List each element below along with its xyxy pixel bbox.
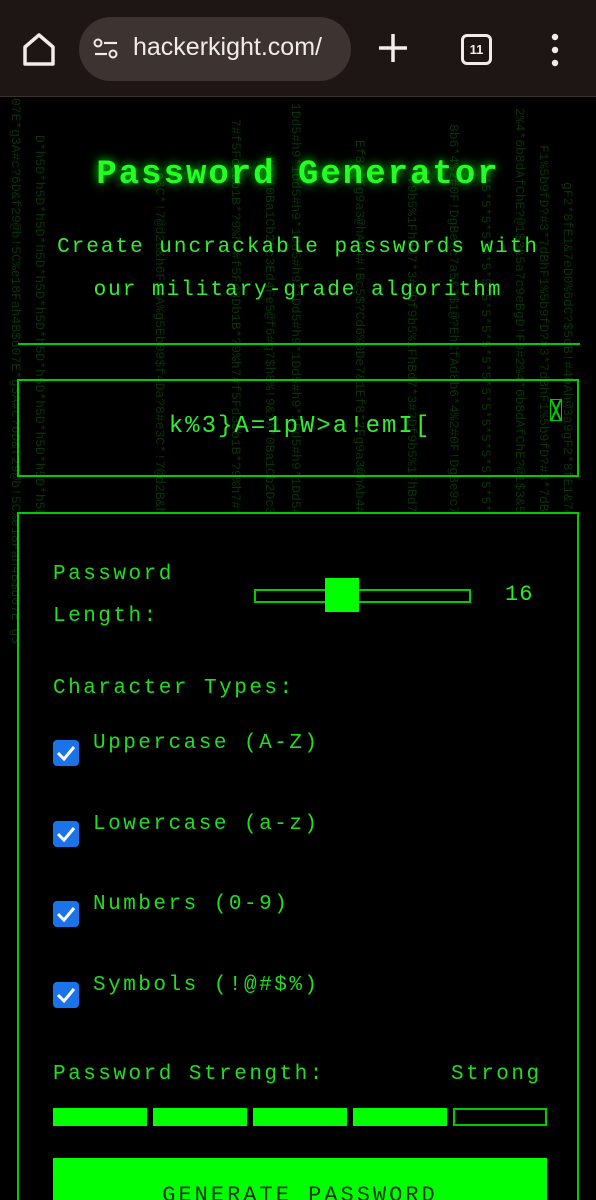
strength-meter xyxy=(53,1108,547,1126)
option-symbols[interactable]: Symbols (!@#$%) xyxy=(53,974,533,1008)
character-types-label: Character Types: xyxy=(53,677,295,700)
password-strength-value: Strong xyxy=(451,1063,542,1086)
lowercase-checkbox[interactable] xyxy=(53,821,79,847)
numbers-checkbox[interactable] xyxy=(53,901,79,927)
check-icon xyxy=(56,746,76,762)
uppercase-label: Uppercase (A-Z) xyxy=(93,732,320,755)
strength-segment xyxy=(253,1108,347,1126)
generate-password-button[interactable]: GENERATE PASSWORD xyxy=(53,1158,547,1200)
strength-segment xyxy=(153,1108,247,1126)
more-menu-icon[interactable] xyxy=(545,32,565,68)
home-icon[interactable] xyxy=(20,30,58,68)
symbols-checkbox[interactable] xyxy=(53,982,79,1008)
option-numbers[interactable]: Numbers (0-9) xyxy=(53,893,533,927)
strength-segment xyxy=(453,1108,547,1126)
generated-password: k%3}A=1pW>a!emI[ xyxy=(168,413,432,440)
subtitle-line: Create uncrackable passwords with xyxy=(57,236,539,259)
strength-segment xyxy=(353,1108,447,1126)
site-settings-icon[interactable] xyxy=(93,38,119,60)
option-lowercase[interactable]: Lowercase (a-z) xyxy=(53,813,533,847)
subtitle-line: our military-grade algorithm xyxy=(93,279,503,302)
divider xyxy=(18,343,580,345)
check-icon xyxy=(56,988,76,1004)
tab-switcher-button[interactable]: 11 xyxy=(461,34,492,65)
symbols-label: Symbols (!@#$%) xyxy=(93,974,320,997)
check-icon xyxy=(56,907,76,923)
page-subtitle: Create uncrackable passwords with our mi… xyxy=(18,226,578,312)
password-length-label: Password Length: xyxy=(53,563,174,628)
password-display: k%3}A=1pW>a!emI[ xyxy=(17,379,579,477)
browser-toolbar: hackerkight.com/ 11 xyxy=(0,0,596,97)
url-text: hackerkight.com/ xyxy=(133,33,322,61)
length-value: 16 xyxy=(505,582,534,607)
length-slider[interactable] xyxy=(254,589,471,603)
copy-icon[interactable] xyxy=(550,399,562,421)
uppercase-checkbox[interactable] xyxy=(53,740,79,766)
length-slider-handle[interactable] xyxy=(325,578,359,612)
option-uppercase[interactable]: Uppercase (A-Z) xyxy=(53,732,533,766)
strength-segment xyxy=(53,1108,147,1126)
numbers-label: Numbers (0-9) xyxy=(93,893,290,916)
page-content: 07E*g3A#c?6D&f29@b!5C%e18Fah4B$d07E*g3A#… xyxy=(0,98,596,1200)
check-icon xyxy=(56,827,76,843)
lowercase-label: Lowercase (a-z) xyxy=(93,813,320,836)
options-panel: Password Length: 16 Character Types: Upp… xyxy=(17,512,579,1200)
password-strength-label: Password Strength: xyxy=(53,1063,325,1086)
new-tab-icon[interactable] xyxy=(377,32,409,64)
page-title: Password Generator xyxy=(96,156,500,194)
address-bar[interactable]: hackerkight.com/ xyxy=(79,17,351,81)
